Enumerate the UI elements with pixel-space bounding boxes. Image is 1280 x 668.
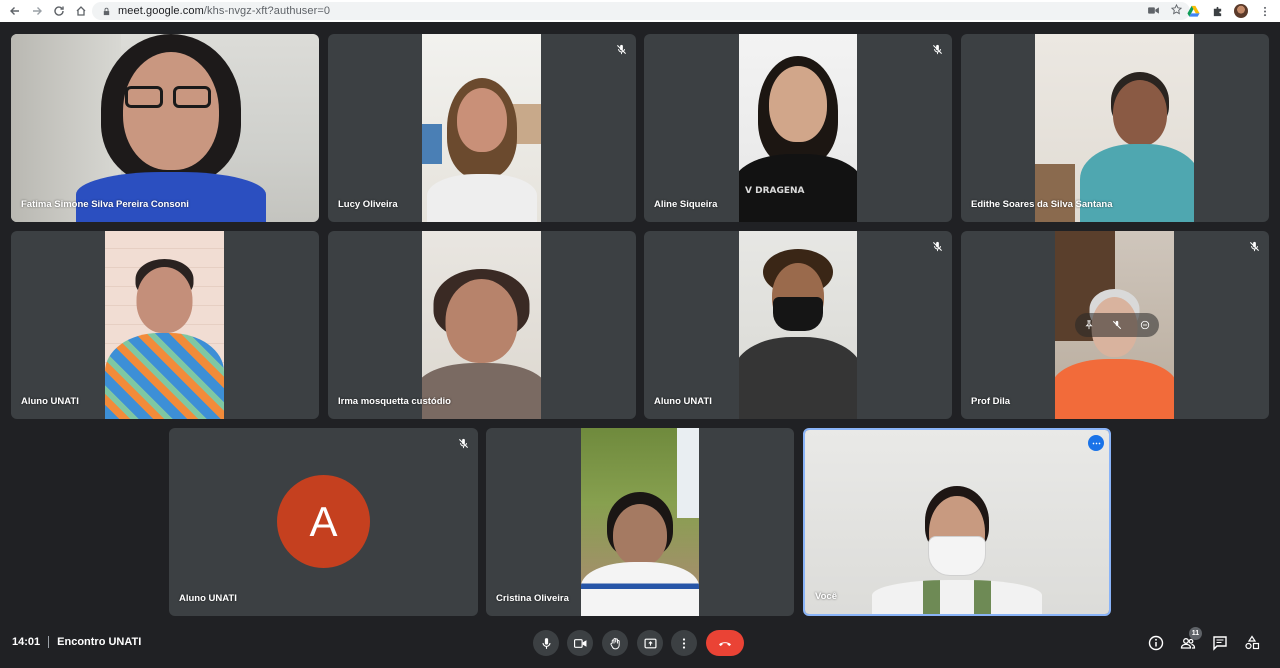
camera-icon — [573, 638, 586, 648]
participant-name: Aluno UNATI — [179, 593, 237, 604]
participant-avatar: A — [277, 475, 370, 568]
present-icon — [643, 638, 657, 648]
participant-count-badge: 11 — [1189, 627, 1202, 640]
mic-off-icon — [930, 239, 944, 253]
participant-name: Fatima Simone Silva Pereira Consoni — [21, 199, 189, 210]
camera-button[interactable] — [567, 630, 593, 656]
participant-name: Lucy Oliveira — [338, 199, 398, 210]
participant-tile[interactable]: Edithe Soares da Silva Santana — [961, 34, 1269, 222]
participants-button[interactable]: 11 — [1178, 627, 1202, 653]
lock-icon — [102, 6, 112, 16]
mute-participant-icon[interactable] — [1112, 320, 1122, 330]
reload-icon[interactable] — [48, 0, 70, 22]
activities-button[interactable] — [1242, 633, 1262, 653]
camera-indicator-icon[interactable] — [1148, 5, 1159, 18]
forward-icon[interactable] — [26, 0, 48, 22]
tile-hover-controls — [1075, 313, 1159, 337]
present-screen-button[interactable] — [637, 630, 663, 656]
participant-video — [581, 428, 699, 616]
participant-name: Prof Dila — [971, 396, 1011, 407]
participant-video — [105, 231, 224, 419]
participant-video: V DRAGENA — [739, 34, 857, 222]
more-dots-icon — [1092, 442, 1100, 444]
participant-name: Você — [815, 591, 838, 602]
home-icon[interactable] — [70, 0, 92, 22]
participant-video — [739, 231, 857, 419]
meeting-time: 14:01 — [12, 636, 41, 648]
pin-icon[interactable] — [1084, 320, 1094, 330]
browser-toolbar: meet.google.com/khs-nvgz-xft?authuser=0 — [0, 0, 1280, 22]
back-icon[interactable] — [4, 0, 26, 22]
mic-icon — [541, 637, 551, 649]
participant-tile[interactable]: A Aluno UNATI — [169, 428, 478, 616]
mic-off-icon — [456, 436, 470, 450]
participant-name: Aluno UNATI — [21, 396, 79, 407]
star-icon[interactable] — [1170, 3, 1183, 18]
participant-name: Aline Siqueira — [654, 199, 718, 210]
divider — [48, 636, 50, 648]
participant-video — [11, 34, 319, 222]
more-options-button[interactable] — [671, 630, 697, 656]
participant-tile[interactable]: Aluno UNATI — [644, 231, 952, 419]
info-icon — [1148, 635, 1164, 651]
participant-video — [422, 231, 541, 419]
meeting-info: 14:01 Encontro UNATI — [12, 636, 141, 648]
participant-name: Aluno UNATI — [654, 396, 712, 407]
url-host: meet.google.com — [118, 5, 204, 17]
avatar-letter: A — [309, 497, 338, 545]
end-call-button[interactable] — [706, 630, 744, 656]
more-options-button[interactable] — [1088, 435, 1104, 451]
participant-tile[interactable]: Irma mosquetta custódio — [328, 231, 636, 419]
profile-avatar[interactable] — [1234, 4, 1248, 18]
participant-tile[interactable]: V DRAGENA Aline Siqueira — [644, 34, 952, 222]
participant-video — [422, 34, 541, 222]
self-tile[interactable]: Você — [803, 428, 1111, 616]
activities-icon — [1245, 635, 1260, 650]
participant-tile[interactable]: Lucy Oliveira — [328, 34, 636, 222]
mic-off-icon — [1247, 239, 1261, 253]
meeting-toolbar: 14:01 Encontro UNATI 11 — [0, 620, 1280, 668]
hang-up-icon — [719, 642, 731, 646]
raise-hand-button[interactable] — [602, 630, 628, 656]
participant-tile[interactable]: Fatima Simone Silva Pereira Consoni — [11, 34, 319, 222]
url-text: meet.google.com/khs-nvgz-xft?authuser=0 — [118, 5, 330, 17]
participant-video — [1055, 231, 1174, 419]
participant-tile[interactable]: Aluno UNATI — [11, 231, 319, 419]
drive-extension-icon[interactable] — [1186, 4, 1200, 18]
meeting-details-button[interactable] — [1146, 633, 1166, 653]
menu-dots-icon[interactable] — [1258, 4, 1272, 18]
mic-off-icon — [930, 42, 944, 56]
remove-participant-icon[interactable] — [1140, 320, 1150, 330]
extensions-puzzle-icon[interactable] — [1210, 4, 1224, 18]
participant-tile[interactable]: Prof Dila — [961, 231, 1269, 419]
chat-icon — [1213, 636, 1227, 651]
url-path: /khs-nvgz-xft?authuser=0 — [203, 5, 331, 17]
microphone-button[interactable] — [533, 630, 559, 656]
participant-name: Edithe Soares da Silva Santana — [971, 199, 1113, 210]
chat-button[interactable] — [1210, 633, 1230, 653]
more-vert-icon — [682, 637, 686, 649]
address-bar[interactable]: meet.google.com/khs-nvgz-xft?authuser=0 — [92, 2, 1190, 20]
mic-off-icon — [614, 42, 628, 56]
participant-tile[interactable]: Cristina Oliveira — [486, 428, 794, 616]
participant-video — [1035, 34, 1194, 222]
participant-name: Irma mosquetta custódio — [338, 396, 451, 407]
meeting-title: Encontro UNATI — [57, 636, 142, 648]
hand-icon — [609, 637, 620, 649]
self-video — [805, 430, 1109, 614]
participant-name: Cristina Oliveira — [496, 593, 569, 604]
